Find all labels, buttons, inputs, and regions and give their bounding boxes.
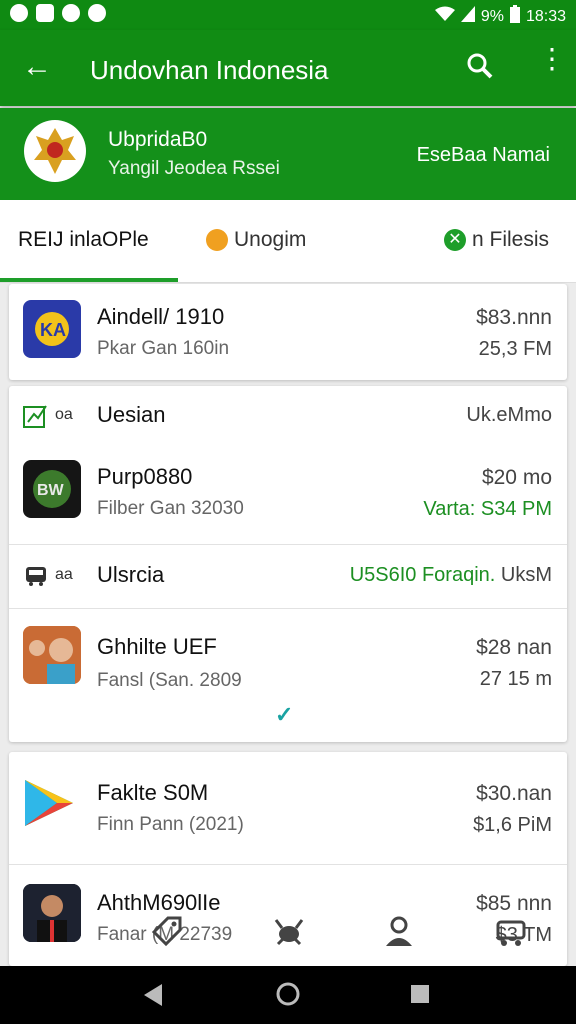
tab-files-label: n Filesis: [472, 228, 550, 251]
list-card: KA Aindell/ 1910 Pkar Gan 160in $83.nnn …: [9, 284, 567, 380]
status-bar: 9% 18:33: [0, 0, 576, 30]
play-store-thumbnail: [23, 774, 81, 832]
section-header[interactable]: aa Ulsrcia U5S6I0 Foraqin. UksM: [9, 546, 567, 606]
cart-icon[interactable]: [494, 914, 528, 953]
system-navigation-bar: [0, 966, 576, 1024]
app-icon: [62, 4, 80, 22]
clock: 18:33: [525, 7, 566, 25]
overflow-menu-icon[interactable]: ⋮: [538, 45, 566, 73]
list-item[interactable]: BW Purp0880 Filber Gan 32030 $20 mo Vart…: [9, 446, 567, 542]
item-title: Aindell/ 1910: [97, 304, 225, 329]
garuda-logo: [24, 120, 86, 182]
item-subtitle: Fansl (San. 2809: [97, 670, 242, 691]
item-subtitle: Filber Gan 32030: [97, 498, 244, 519]
tab-first[interactable]: REIJ inlaOPle: [18, 228, 149, 252]
bottom-navigation: [0, 910, 576, 960]
battery-icon: [509, 5, 520, 28]
close-circle-icon: ✕: [444, 229, 466, 252]
item-price: $28 nan: [476, 636, 552, 659]
section-tag: aa: [55, 566, 73, 583]
tab-bar: REIJ inlaOPle Unogim ✕ n Filesis: [0, 200, 576, 283]
tab-second[interactable]: Unogim: [206, 228, 306, 252]
category-icon: [206, 229, 228, 252]
section-header[interactable]: oa Uesian Uk.eMmo: [9, 386, 567, 446]
status-right: 9% 18:33: [434, 5, 566, 28]
item-time: 27 15 m: [479, 668, 552, 690]
app-thumbnail: BW: [23, 460, 81, 518]
list-card: oa Uesian Uk.eMmo BW Purp0880 Filber Gan…: [9, 386, 567, 742]
profile-right-label[interactable]: EseBaa Namai: [417, 144, 550, 167]
item-title: Faklte S0M: [97, 780, 209, 805]
app-thumbnail: KA: [23, 300, 81, 358]
item-time: 25,3 FM: [478, 338, 552, 360]
section-right: Uk.eMmo: [466, 404, 552, 426]
svg-text:BW: BW: [37, 482, 65, 499]
chart-icon: [23, 404, 49, 428]
back-arrow-icon[interactable]: ←: [22, 52, 52, 82]
divider: [9, 608, 567, 609]
item-price: $30.nan: [476, 782, 552, 805]
section-right-extra: UksM: [500, 564, 552, 586]
signal-icon: [460, 6, 475, 27]
item-title: Purp0880: [97, 464, 193, 489]
notification-icon: [10, 4, 28, 22]
section-tag: oa: [55, 406, 73, 423]
item-price: $83.nnn: [476, 306, 552, 329]
list-item[interactable]: Ghhilte UEF Fansl (San. 2809 $28 nan 27 …: [9, 610, 567, 742]
item-subtitle: Pkar Gan 160in: [97, 338, 230, 359]
tag-icon[interactable]: [150, 914, 184, 953]
section-right-status: U5S6I0 Foraqin.: [349, 564, 496, 586]
page-title: Undovhan Indonesia: [90, 55, 329, 85]
tab-files[interactable]: ✕ n Filesis: [444, 228, 549, 252]
tab-second-label: Unogim: [234, 228, 307, 251]
bus-icon: [23, 564, 49, 588]
profile-icon[interactable]: [382, 914, 416, 953]
app-bar: ← Undovhan Indonesia ⋮: [0, 30, 576, 106]
notification-icons: [10, 4, 106, 22]
check-icon[interactable]: ✓: [275, 702, 293, 728]
profile-header: UbpridaB0 Yangil Jeodea Rssei EseBaa Nam…: [0, 108, 576, 200]
battery-level: 9%: [480, 7, 504, 25]
person-thumbnail: [23, 626, 81, 684]
gallery-icon: [36, 4, 54, 22]
wifi-icon: [434, 6, 455, 27]
divider: [9, 864, 567, 865]
item-title: Ghhilte UEF: [97, 634, 217, 659]
profile-subtitle: Yangil Jeodea Rssei: [108, 158, 280, 179]
section-label: Ulsrcia: [97, 562, 165, 587]
back-nav-icon[interactable]: [144, 984, 164, 1011]
item-subtitle: Finn Pann (2021): [97, 814, 244, 835]
crab-icon[interactable]: [272, 914, 306, 953]
search-icon[interactable]: [466, 52, 494, 85]
svg-text:KA: KA: [40, 320, 66, 340]
divider: [9, 544, 567, 545]
item-price: $20 mo: [481, 466, 552, 489]
list-item[interactable]: Faklte S0M Finn Pann (2021) $30.nan $1,6…: [9, 752, 567, 862]
tab-indicator: [0, 278, 178, 282]
section-label: Uesian: [97, 402, 166, 427]
home-nav-icon[interactable]: [276, 982, 300, 1011]
section-right: U5S6I0 Foraqin. UksM: [350, 564, 552, 587]
item-time: Varta: S34 PM: [423, 498, 552, 520]
item-time: $1,6 PiM: [473, 814, 552, 836]
profile-name: UbpridaB0: [108, 128, 208, 151]
recents-nav-icon[interactable]: [410, 984, 430, 1009]
list-item[interactable]: KA Aindell/ 1910 Pkar Gan 160in $83.nnn …: [9, 284, 567, 380]
message-icon: [88, 4, 106, 22]
